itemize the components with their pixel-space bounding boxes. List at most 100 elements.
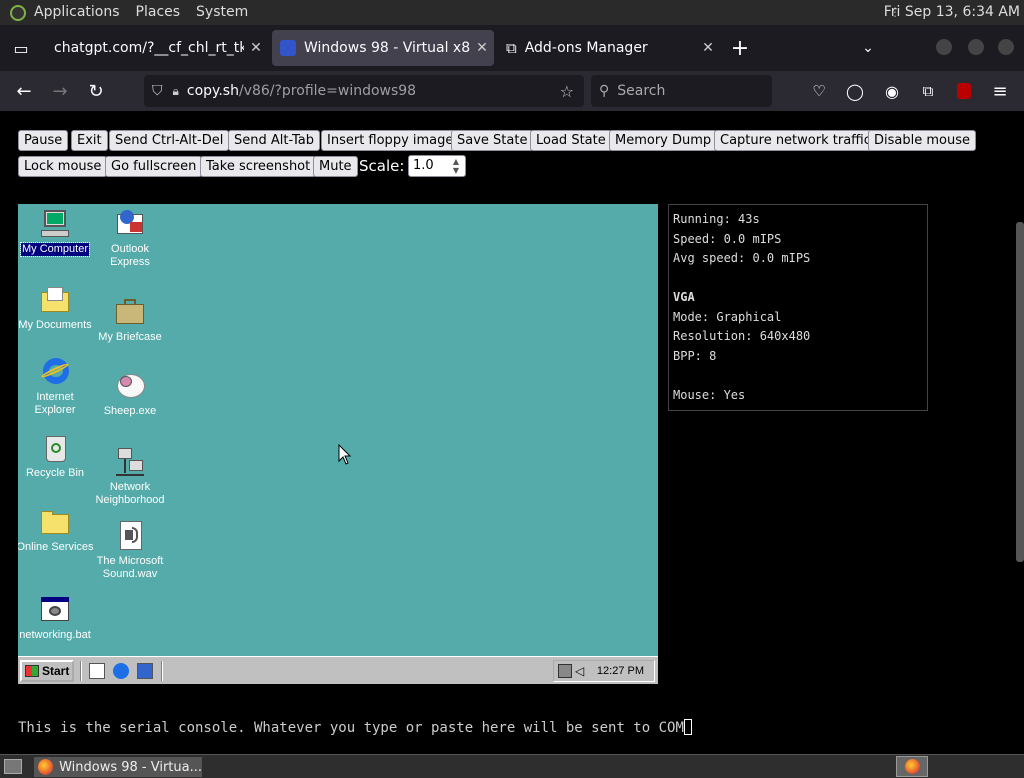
tab-windows98[interactable]: Windows 98 - Virtual x86 ✕ (272, 30, 494, 66)
url-bar[interactable]: ⛉ 🔒︎ copy.sh/v86/?profile=windows98 ☆ (144, 75, 584, 107)
lock-icon[interactable]: 🔒︎ (173, 84, 179, 99)
vga-heading: VGA (673, 290, 695, 304)
pocket-icon[interactable]: ♡ (804, 76, 834, 106)
show-desktop-icon[interactable] (89, 663, 105, 679)
distro-logo-icon[interactable] (10, 5, 26, 21)
url-path: /v86/?profile=windows98 (238, 83, 417, 99)
show-desktop-icon[interactable] (4, 759, 22, 774)
tab-chatgpt[interactable]: chatgpt.com/?__cf_chl_rt_tk=dD ✕ (44, 30, 268, 66)
briefcase-icon (114, 296, 146, 328)
load-state-button[interactable]: Load State (530, 130, 612, 151)
bookmark-star-icon[interactable]: ☆ (560, 82, 574, 101)
window-close-button[interactable] (998, 39, 1014, 55)
quicklaunch-outlook-icon[interactable] (137, 663, 153, 679)
browser-toolbar: ← → ↻ ⛉ 🔒︎ copy.sh/v86/?profile=windows9… (0, 71, 1024, 111)
desktop-icon-label: Outlook Express (110, 243, 150, 268)
forward-arrow-icon[interactable]: → (45, 76, 75, 106)
insert-floppy-button[interactable]: Insert floppy image (321, 130, 460, 151)
account-icon[interactable]: ◉ (877, 76, 907, 106)
desktop-icon-label: Sheep.exe (103, 405, 157, 417)
recycle-bin-icon (39, 432, 71, 464)
desktop-icon-internet-explorer[interactable]: Internet Explorer (18, 356, 95, 417)
system-menu[interactable]: System (188, 0, 256, 25)
desktop-icon-recycle-bin[interactable]: Recycle Bin (18, 432, 95, 480)
ie-icon (39, 356, 71, 388)
scale-label: Scale: (359, 157, 405, 175)
tab-list-icon[interactable]: ▭ (6, 33, 36, 63)
scale-input[interactable]: 1.0 ▲ ▼ (408, 155, 466, 177)
desktop-icon-label: My Briefcase (98, 331, 162, 343)
hamburger-menu-icon[interactable]: ≡ (985, 76, 1015, 106)
desktop-icon-network-neighborhood[interactable]: Network Neighborhood (90, 446, 170, 507)
stat-mode: Mode: Graphical (673, 309, 782, 324)
circle-extension-icon[interactable]: ◯ (840, 76, 870, 106)
save-state-button[interactable]: Save State (451, 130, 534, 151)
back-arrow-icon[interactable]: ← (9, 76, 39, 106)
desktop-icon-label: Recycle Bin (25, 467, 85, 479)
go-fullscreen-button[interactable]: Go fullscreen (105, 156, 203, 177)
quicklaunch-ie-icon[interactable] (113, 663, 129, 679)
firefox-icon (38, 759, 54, 775)
desktop-icon-sheep[interactable]: Sheep.exe (90, 370, 170, 418)
window-maximize-button[interactable] (968, 39, 984, 55)
memory-dump-button[interactable]: Memory Dump (609, 130, 718, 151)
send-ctrl-alt-del-button[interactable]: Send Ctrl-Alt-Del (109, 130, 230, 151)
desktop-icon-my-briefcase[interactable]: My Briefcase (90, 296, 170, 344)
close-tab-icon[interactable]: ✕ (244, 40, 268, 56)
text-cursor (683, 719, 692, 735)
applications-menu[interactable]: Applications (26, 0, 128, 25)
search-box[interactable]: ⚲ Search (591, 75, 772, 107)
puzzle-icon: ⧉ (506, 39, 517, 57)
shield-icon[interactable]: ⛉ (152, 83, 163, 99)
exit-button[interactable]: Exit (71, 130, 108, 151)
workspace-firefox-icon (905, 759, 920, 774)
take-screenshot-button[interactable]: Take screenshot (200, 156, 317, 177)
chevron-down-icon[interactable]: ⌄ (853, 33, 883, 63)
scale-value: 1.0 (413, 158, 434, 173)
desktop-icon-my-documents[interactable]: My Documents (18, 284, 95, 332)
stat-mouse: Mouse: Yes (673, 387, 746, 402)
emulator-screen[interactable]: My Computer Outlook Express My Documents… (18, 204, 658, 684)
lock-mouse-button[interactable]: Lock mouse (18, 156, 108, 177)
tab-addons-manager[interactable]: ⧉ Add-ons Manager ✕ (498, 30, 720, 66)
desktop-icon-outlook-express[interactable]: Outlook Express (90, 208, 170, 269)
tray-network-icon[interactable] (558, 664, 572, 678)
ublock-icon[interactable] (957, 83, 971, 99)
send-alt-tab-button[interactable]: Send Alt-Tab (228, 130, 320, 151)
panel-menu: Applications Places System (26, 0, 256, 25)
capture-network-button[interactable]: Capture network traffic (714, 130, 877, 151)
win98-taskbar: Start ◁ 12:27 PM (18, 656, 658, 684)
folder-icon (39, 506, 71, 538)
desktop-icon-microsoft-sound[interactable]: The Microsoft Sound.wav (90, 520, 170, 581)
page-scrollbar[interactable] (1016, 222, 1024, 562)
serial-console[interactable]: This is the serial console. Whatever you… (0, 717, 1006, 754)
desktop-icon-label: The Microsoft Sound.wav (96, 555, 164, 580)
disable-mouse-button[interactable]: Disable mouse (868, 130, 976, 151)
desktop-icon-online-services[interactable]: Online Services (18, 506, 95, 554)
desktop-icon-my-computer[interactable]: My Computer (18, 208, 95, 257)
taskbar-clock[interactable]: 12:27 PM (597, 665, 644, 677)
tray-volume-icon[interactable]: ◁ (575, 664, 584, 678)
panel-clock[interactable]: Fri Sep 13, 6:34 AM (884, 0, 1020, 25)
search-placeholder: Search (617, 83, 666, 99)
workspace-switcher[interactable] (896, 756, 928, 777)
close-tab-icon[interactable]: ✕ (696, 40, 720, 56)
emulator-stats-panel: Running: 43s Speed: 0.0 mIPS Avg speed: 0.… (668, 204, 928, 411)
start-button[interactable]: Start (20, 660, 74, 682)
extensions-icon[interactable]: ⧉ (913, 76, 943, 106)
places-menu[interactable]: Places (128, 0, 189, 25)
stat-speed: Speed: 0.0 mIPS (673, 231, 782, 246)
window-minimize-button[interactable] (936, 39, 952, 55)
mute-button[interactable]: Mute (313, 156, 358, 177)
page-content: Pause Exit Send Ctrl-Alt-Del Send Alt-Ta… (0, 111, 1024, 754)
pause-button[interactable]: Pause (18, 130, 69, 151)
close-tab-icon[interactable]: ✕ (470, 40, 494, 56)
sound-file-icon (114, 520, 146, 552)
reload-icon[interactable]: ↻ (81, 76, 111, 106)
taskbar-window-button[interactable]: Windows 98 - Virtua... (34, 757, 202, 777)
desktop-icon-networking-bat[interactable]: networking.bat (18, 594, 95, 642)
spinner-icon[interactable]: ▲ ▼ (449, 157, 463, 175)
search-icon: ⚲ (599, 83, 610, 99)
new-tab-button[interactable]: + (725, 33, 755, 63)
desktop-icon-label: My Documents (18, 319, 92, 331)
